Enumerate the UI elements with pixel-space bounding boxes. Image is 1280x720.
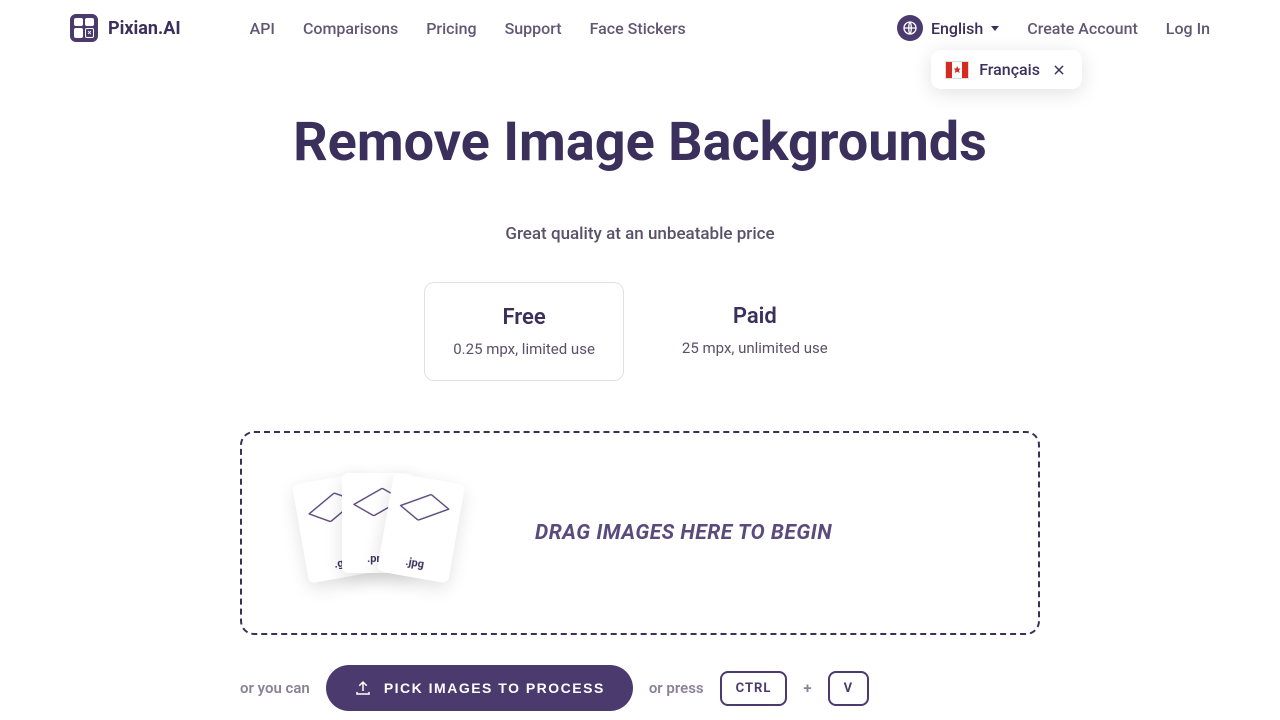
main-content: Remove Image Backgrounds Great quality a… bbox=[0, 56, 1280, 711]
login-link[interactable]: Log In bbox=[1166, 19, 1210, 38]
nav-support[interactable]: Support bbox=[505, 19, 562, 38]
brand-name: Pixian.AI bbox=[108, 18, 181, 39]
logo-icon: × bbox=[70, 14, 98, 42]
key-v: V bbox=[828, 671, 870, 706]
plan-free[interactable]: Free 0.25 mpx, limited use bbox=[424, 282, 624, 381]
plan-free-desc: 0.25 mpx, limited use bbox=[453, 340, 595, 358]
or-press-text: or press bbox=[649, 679, 704, 697]
action-row: or you can PICK IMAGES TO PROCESS or pre… bbox=[240, 665, 1040, 711]
header: × Pixian.AI API Comparisons Pricing Supp… bbox=[0, 0, 1280, 56]
plan-paid[interactable]: Paid 25 mpx, unlimited use bbox=[654, 282, 856, 381]
nav-face-stickers[interactable]: Face Stickers bbox=[590, 19, 686, 38]
pick-images-button[interactable]: PICK IMAGES TO PROCESS bbox=[326, 665, 633, 711]
nav-comparisons[interactable]: Comparisons bbox=[303, 19, 398, 38]
upload-icon bbox=[354, 679, 372, 697]
language-selector[interactable]: English bbox=[897, 15, 999, 41]
key-ctrl: CTRL bbox=[720, 671, 788, 706]
globe-icon bbox=[897, 15, 923, 41]
create-account-link[interactable]: Create Account bbox=[1027, 19, 1138, 38]
nav-pricing[interactable]: Pricing bbox=[426, 19, 476, 38]
plus-sign: + bbox=[803, 679, 811, 697]
file-type-icons: .gif .png .jpg bbox=[290, 473, 465, 593]
plan-paid-desc: 25 mpx, unlimited use bbox=[682, 339, 828, 357]
page-headline: Remove Image Backgrounds bbox=[0, 111, 1280, 174]
logo[interactable]: × Pixian.AI bbox=[70, 14, 181, 42]
plans-row: Free 0.25 mpx, limited use Paid 25 mpx, … bbox=[0, 282, 1280, 381]
dropzone[interactable]: .gif .png .jpg DRAG IMAGES HERE TO BEGIN bbox=[240, 431, 1040, 635]
plan-paid-title: Paid bbox=[682, 304, 828, 329]
dropzone-text: DRAG IMAGES HERE TO BEGIN bbox=[535, 521, 832, 545]
main-nav: API Comparisons Pricing Support Face Sti… bbox=[250, 19, 686, 38]
language-current: English bbox=[931, 19, 983, 38]
or-you-can-text: or you can bbox=[240, 679, 310, 697]
file-ext-jpg: .jpg bbox=[405, 555, 426, 571]
right-nav: English Create Account Log In bbox=[897, 15, 1210, 41]
nav-api[interactable]: API bbox=[250, 19, 275, 38]
pick-images-label: PICK IMAGES TO PROCESS bbox=[384, 680, 605, 696]
chevron-down-icon bbox=[991, 26, 999, 31]
plan-free-title: Free bbox=[453, 305, 595, 330]
page-subheadline: Great quality at an unbeatable price bbox=[0, 224, 1280, 244]
